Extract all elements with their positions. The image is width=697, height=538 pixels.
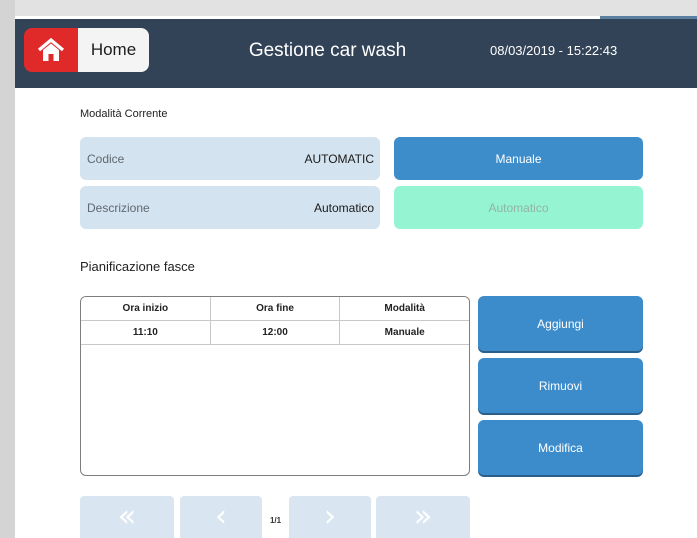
last-page-button[interactable]: » <box>376 496 470 538</box>
home-icon <box>37 37 65 61</box>
window-frame-top <box>0 0 697 16</box>
code-info-box: Codice AUTOMATIC <box>80 137 380 180</box>
page-indicator: 1/1 <box>269 516 282 525</box>
manual-mode-button[interactable]: Manuale <box>394 137 643 180</box>
table-header-row: Ora inizio Ora fine Modalità <box>81 297 469 321</box>
next-page-button[interactable]: › <box>289 496 371 538</box>
window-frame-left <box>0 0 15 538</box>
edit-button[interactable]: Modifica <box>478 420 643 475</box>
add-button[interactable]: Aggiungi <box>478 296 643 351</box>
double-chevron-right-icon: » <box>413 499 433 534</box>
double-chevron-left-icon: « <box>117 499 137 534</box>
table-cell-end-time: 12:00 <box>211 321 341 344</box>
table-row[interactable]: 11:10 12:00 Manuale <box>81 321 469 345</box>
home-button[interactable]: Home <box>78 28 149 72</box>
datetime-display: 08/03/2019 - 15:22:43 <box>490 43 618 58</box>
description-label: Descrizione <box>87 200 150 215</box>
column-header-start-time[interactable]: Ora inizio <box>81 297 211 320</box>
previous-page-button[interactable]: ‹ <box>180 496 262 538</box>
home-icon-button[interactable] <box>24 28 78 72</box>
code-value: AUTOMATIC <box>304 151 374 166</box>
table-cell-start-time: 11:10 <box>81 321 211 344</box>
automatic-mode-button[interactable]: Automatico <box>394 186 643 229</box>
schedule-table: Ora inizio Ora fine Modalità 11:10 12:00… <box>80 296 470 476</box>
column-header-end-time[interactable]: Ora fine <box>211 297 341 320</box>
page-title: Gestione car wash <box>248 40 407 61</box>
code-label: Codice <box>87 151 125 166</box>
remove-button[interactable]: Rimuovi <box>478 358 643 413</box>
schedule-section-label: Pianificazione fasce <box>80 259 195 274</box>
chevron-left-icon: ‹ <box>215 499 227 534</box>
table-cell-mode: Manuale <box>384 327 425 338</box>
current-mode-section-label: Modalità Corrente <box>80 108 168 120</box>
description-info-box: Descrizione Automatico <box>80 186 380 229</box>
first-page-button[interactable]: « <box>80 496 174 538</box>
chevron-right-icon: › <box>324 499 336 534</box>
description-value: Automatico <box>313 200 374 215</box>
column-header-mode[interactable]: Modalità <box>340 297 469 320</box>
